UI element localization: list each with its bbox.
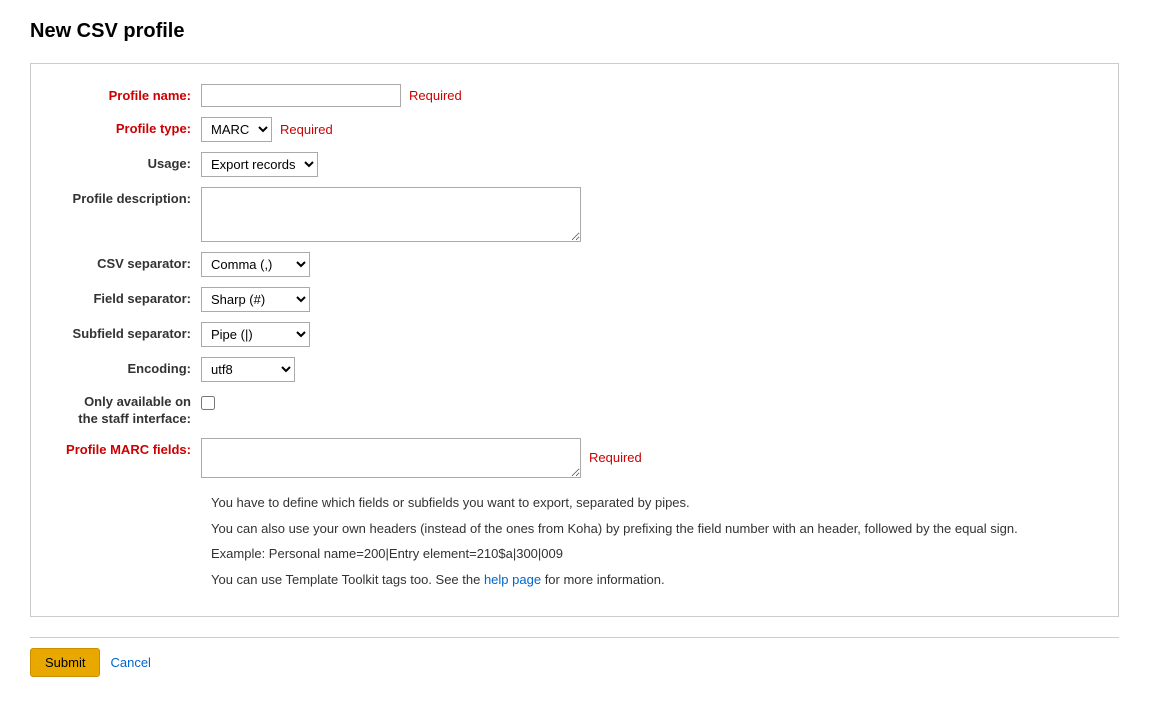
subfield-separator-row: Subfield separator: Pipe (|) Comma (,) S… — [61, 322, 1088, 347]
encoding-row: Encoding: utf8 utf16 iso-8859-1 — [61, 357, 1088, 382]
encoding-label: Encoding: — [61, 357, 201, 376]
info-line4: You can use Template Toolkit tags too. S… — [211, 570, 1088, 591]
csv-separator-row: CSV separator: Comma (,) Semicolon (;) T… — [61, 252, 1088, 277]
info-line1: You have to define which fields or subfi… — [211, 493, 1088, 514]
marc-fields-control: Required — [201, 438, 1088, 478]
form-container: Profile name: Required Profile type: MAR… — [30, 63, 1119, 617]
profile-name-row: Profile name: Required — [61, 84, 1088, 107]
csv-separator-label: CSV separator: — [61, 252, 201, 271]
info-line4-after: for more information. — [541, 572, 665, 587]
staff-interface-row: Only available on the staff interface: — [61, 392, 1088, 428]
page-title: New CSV profile — [30, 20, 1119, 43]
profile-name-required: Required — [409, 88, 462, 103]
info-line4-before: You can use Template Toolkit tags too. S… — [211, 572, 484, 587]
profile-desc-textarea[interactable] — [201, 187, 581, 242]
subfield-separator-control: Pipe (|) Comma (,) Semicolon (;) Sharp (… — [201, 322, 1088, 347]
staff-interface-checkbox[interactable] — [201, 396, 215, 410]
profile-type-label: Profile type: — [61, 117, 201, 136]
info-section: You have to define which fields or subfi… — [211, 493, 1088, 591]
footer-buttons: Submit Cancel — [30, 637, 1119, 687]
profile-desc-label: Profile description: — [61, 187, 201, 208]
field-separator-select[interactable]: Sharp (#) Comma (,) Semicolon (;) Pipe (… — [201, 287, 310, 312]
usage-select[interactable]: Export records Import records — [201, 152, 318, 177]
encoding-control: utf8 utf16 iso-8859-1 — [201, 357, 1088, 382]
field-separator-control: Sharp (#) Comma (,) Semicolon (;) Pipe (… — [201, 287, 1088, 312]
subfield-separator-select[interactable]: Pipe (|) Comma (,) Semicolon (;) Sharp (… — [201, 322, 310, 347]
usage-row: Usage: Export records Import records — [61, 152, 1088, 177]
profile-type-row: Profile type: MARC Required — [61, 117, 1088, 142]
profile-desc-row: Profile description: — [61, 187, 1088, 242]
field-separator-row: Field separator: Sharp (#) Comma (,) Sem… — [61, 287, 1088, 312]
profile-type-select[interactable]: MARC — [201, 117, 272, 142]
marc-fields-label: Profile MARC fields: — [61, 438, 201, 459]
profile-name-control: Required — [201, 84, 1088, 107]
usage-label: Usage: — [61, 152, 201, 171]
encoding-select[interactable]: utf8 utf16 iso-8859-1 — [201, 357, 295, 382]
field-separator-label: Field separator: — [61, 287, 201, 306]
submit-button[interactable]: Submit — [30, 648, 100, 677]
subfield-separator-label: Subfield separator: — [61, 322, 201, 343]
marc-fields-textarea[interactable] — [201, 438, 581, 478]
profile-desc-control — [201, 187, 1088, 242]
profile-type-required: Required — [280, 122, 333, 137]
profile-type-control: MARC Required — [201, 117, 1088, 142]
info-line2: You can also use your own headers (inste… — [211, 519, 1088, 540]
csv-separator-select[interactable]: Comma (,) Semicolon (;) Tab Pipe (|) — [201, 252, 310, 277]
info-line3: Example: Personal name=200|Entry element… — [211, 544, 1088, 565]
staff-interface-control — [201, 392, 1088, 410]
csv-separator-control: Comma (,) Semicolon (;) Tab Pipe (|) — [201, 252, 1088, 277]
help-page-link[interactable]: help page — [484, 572, 541, 587]
profile-name-input[interactable] — [201, 84, 401, 107]
usage-control: Export records Import records — [201, 152, 1088, 177]
cancel-button[interactable]: Cancel — [110, 655, 150, 670]
profile-name-label: Profile name: — [61, 84, 201, 103]
marc-fields-required: Required — [589, 450, 642, 465]
marc-fields-row: Profile MARC fields: Required — [61, 438, 1088, 478]
staff-interface-label: Only available on the staff interface: — [61, 392, 201, 428]
